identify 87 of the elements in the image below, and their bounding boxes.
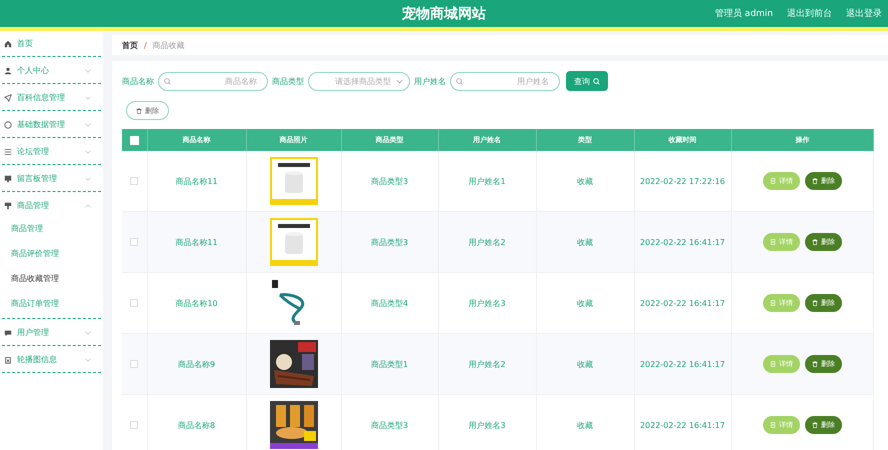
sliders-icon bbox=[4, 148, 12, 156]
table-cell: 2022-02-22 16:41:17 bbox=[640, 420, 725, 430]
row-checkbox[interactable] bbox=[130, 299, 138, 308]
submenu-item[interactable]: 商品订单管理 bbox=[0, 291, 103, 316]
select-all-checkbox[interactable] bbox=[130, 136, 139, 144]
row-checkbox[interactable] bbox=[130, 177, 138, 186]
document-icon bbox=[770, 422, 776, 428]
trash-icon bbox=[812, 361, 818, 367]
chevron-icon bbox=[85, 122, 91, 126]
table-cell: 2022-02-22 16:41:17 bbox=[640, 360, 725, 368]
chat-icon bbox=[4, 328, 12, 336]
table-cell: 商品类型3 bbox=[370, 238, 408, 246]
trash-icon bbox=[812, 422, 818, 428]
chevron-icon bbox=[396, 78, 403, 84]
sidebar-item[interactable]: 商品管理 bbox=[0, 195, 103, 216]
document-icon bbox=[770, 239, 776, 245]
field-label: 商品名称 bbox=[122, 76, 154, 86]
paper-plane-icon bbox=[4, 94, 12, 102]
table-cell: 2022-02-22 16:41:17 bbox=[640, 238, 725, 246]
table-cell: 收藏 bbox=[577, 298, 593, 308]
table-cell: 商品名称8 bbox=[178, 420, 216, 430]
header-link[interactable]: 退出到前台 bbox=[787, 7, 832, 20]
sidebar-item[interactable]: 论坛管理 bbox=[0, 141, 103, 162]
table-cell: 2022-02-22 16:41:17 bbox=[640, 298, 725, 308]
monitor-icon bbox=[4, 174, 12, 182]
sidebar-item[interactable]: 个人中心 bbox=[0, 60, 103, 81]
table-cell: 商品类型4 bbox=[370, 298, 408, 308]
chevron-icon bbox=[85, 150, 91, 154]
document-icon bbox=[770, 300, 776, 306]
table-cell: 收藏 bbox=[577, 420, 593, 430]
table-cell: 用户姓名3 bbox=[468, 298, 506, 308]
table-cell: 收藏 bbox=[577, 176, 593, 186]
search-icon bbox=[164, 78, 171, 84]
trash-icon bbox=[136, 108, 142, 114]
person-icon bbox=[4, 66, 12, 74]
table-cell: 商品类型3 bbox=[370, 176, 408, 186]
search-field[interactable]: 商品名称 bbox=[158, 72, 268, 90]
field-label: 用户姓名 bbox=[414, 76, 446, 86]
trash-icon bbox=[812, 239, 818, 245]
search-icon bbox=[593, 78, 600, 84]
sidebar-item[interactable]: 轮播图信息 bbox=[0, 349, 103, 370]
breadcrumb-item: 商品收藏 bbox=[152, 40, 185, 50]
table-cell: 商品类型3 bbox=[370, 420, 408, 430]
sidebar-item[interactable]: 基础数据管理 bbox=[0, 114, 103, 135]
type-select[interactable]: 请选择商品类型 bbox=[308, 72, 410, 90]
table-cell: 收藏 bbox=[577, 238, 593, 246]
header-link[interactable]: 退出登录 bbox=[846, 7, 882, 20]
document-icon bbox=[770, 178, 776, 184]
row-checkbox[interactable] bbox=[130, 360, 138, 368]
chevron-icon bbox=[85, 204, 91, 208]
table-cell: 用户姓名2 bbox=[468, 238, 506, 246]
table-cell: 用户姓名2 bbox=[468, 360, 506, 368]
breadcrumb-item[interactable]: 首页 bbox=[122, 40, 138, 50]
header-link[interactable]: 管理员 admin bbox=[714, 7, 773, 20]
sidebar-item[interactable]: 百科信息管理 bbox=[0, 87, 103, 108]
table-cell: 商品名称11 bbox=[175, 238, 218, 246]
submenu-item[interactable]: 商品管理 bbox=[0, 216, 103, 241]
table-cell: 用户姓名3 bbox=[468, 420, 506, 430]
table-cell: 商品类型1 bbox=[370, 360, 408, 368]
chevron-icon bbox=[85, 358, 91, 362]
row-checkbox[interactable] bbox=[130, 238, 138, 246]
table-cell: 收藏 bbox=[577, 360, 593, 368]
query-button[interactable]: 查询 bbox=[566, 71, 608, 91]
table-cell: 商品名称9 bbox=[178, 360, 216, 368]
document-icon bbox=[770, 361, 776, 367]
table-cell: 商品名称11 bbox=[175, 176, 218, 186]
trash-icon bbox=[812, 300, 818, 306]
trash-icon bbox=[812, 178, 818, 184]
home-icon bbox=[4, 40, 12, 48]
sidebar-item[interactable]: 留言板管理 bbox=[0, 168, 103, 189]
submenu-item[interactable]: 商品评价管理 bbox=[0, 241, 103, 266]
table-cell: 用户姓名1 bbox=[468, 176, 506, 186]
chevron-icon bbox=[85, 330, 91, 334]
search-icon bbox=[456, 78, 463, 84]
row-checkbox[interactable] bbox=[130, 421, 138, 430]
breadcrumb-separator: / bbox=[144, 40, 147, 50]
table-cell: 2022-02-22 17:22:16 bbox=[640, 176, 725, 186]
chevron-icon bbox=[85, 96, 91, 100]
site-title: 宠物商城网站 bbox=[402, 4, 486, 22]
chevron-icon bbox=[85, 176, 91, 180]
table-cell: 商品名称10 bbox=[175, 298, 218, 308]
sidebar-item[interactable]: 用户管理 bbox=[0, 322, 103, 343]
submenu-item[interactable]: 商品收藏管理 bbox=[0, 266, 103, 291]
field-label: 商品类型 bbox=[272, 76, 304, 86]
search-field[interactable]: 用户姓名 bbox=[450, 72, 560, 90]
chevron-icon bbox=[85, 68, 91, 72]
sidebar-item[interactable]: 首页 bbox=[0, 33, 103, 54]
